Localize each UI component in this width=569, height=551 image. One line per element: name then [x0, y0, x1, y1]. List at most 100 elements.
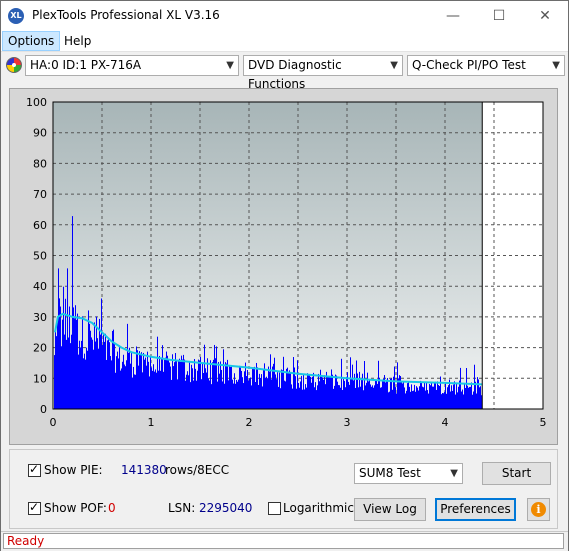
- pie-bar: [388, 392, 389, 409]
- pie-bar: [99, 318, 100, 409]
- pie-bar: [435, 381, 436, 409]
- pie-bar: [413, 390, 414, 409]
- pie-bar: [360, 386, 361, 409]
- pie-bar: [141, 352, 142, 409]
- view-log-button[interactable]: View Log: [354, 498, 426, 521]
- pie-bar: [286, 368, 287, 409]
- pie-bar: [457, 392, 458, 409]
- pie-bar: [121, 368, 122, 409]
- pie-bar: [370, 384, 371, 409]
- pie-bar: [445, 382, 446, 409]
- pie-bar: [300, 381, 301, 409]
- pie-bar: [376, 380, 377, 409]
- drive-select[interactable]: HA:0 ID:1 PX-716A ▼: [25, 55, 239, 76]
- pie-bar: [424, 382, 425, 409]
- pie-bar: [434, 383, 435, 409]
- pie-bar: [172, 354, 173, 409]
- pie-bar: [165, 357, 166, 409]
- pie-bar: [236, 379, 237, 409]
- pie-bar: [265, 377, 266, 409]
- pie-bar: [76, 319, 77, 409]
- pie-bar: [188, 375, 189, 409]
- pi-chart: 1009080706050403020100 012345: [26, 96, 547, 429]
- pie-bar: [107, 340, 108, 409]
- pie-bar: [62, 319, 63, 409]
- menu-bar: Options Help: [1, 31, 568, 52]
- pie-bar: [330, 376, 331, 409]
- info-button[interactable]: i: [527, 498, 550, 521]
- pie-bar: [263, 369, 264, 409]
- sum-test-select[interactable]: SUM8 Test ▼: [354, 463, 463, 484]
- pie-bar: [216, 346, 217, 409]
- chevron-down-icon: ▼: [226, 60, 234, 71]
- x-tick-label: 2: [246, 416, 253, 429]
- pie-bar: [249, 378, 250, 409]
- close-button[interactable]: ✕: [522, 1, 568, 31]
- pie-bar: [355, 387, 356, 409]
- pie-bar: [202, 362, 203, 409]
- pie-bar: [193, 380, 194, 409]
- preferences-button[interactable]: Preferences: [435, 498, 516, 521]
- start-button[interactable]: Start: [482, 462, 551, 485]
- pie-bar: [459, 380, 460, 409]
- pie-bar: [157, 336, 158, 409]
- pie-bar: [82, 316, 83, 409]
- x-tick-label: 1: [148, 416, 155, 429]
- maximize-button[interactable]: ☐: [476, 1, 522, 31]
- pie-bar: [144, 359, 145, 409]
- pie-bar: [167, 355, 168, 409]
- minimize-button[interactable]: —: [430, 1, 476, 31]
- x-tick-label: 5: [540, 416, 547, 429]
- function-select[interactable]: DVD Diagnostic Functions ▼: [243, 55, 403, 91]
- pie-bar: [246, 376, 247, 409]
- pie-bar: [383, 378, 384, 409]
- show-pof-checkbox[interactable]: [28, 500, 41, 515]
- pie-bar: [462, 389, 463, 409]
- pie-bar: [278, 386, 279, 409]
- menu-help[interactable]: Help: [59, 31, 96, 51]
- pie-bar: [340, 387, 341, 409]
- pie-bar: [468, 387, 469, 409]
- show-pie-checkbox[interactable]: [28, 462, 41, 477]
- pie-bar: [135, 374, 136, 409]
- pie-bar: [116, 356, 117, 409]
- pie-bar: [119, 345, 120, 409]
- pie-bar: [108, 339, 109, 409]
- pie-bar: [443, 393, 444, 409]
- pie-bar: [86, 347, 87, 409]
- pie-bar: [317, 385, 318, 409]
- disc-icon: [6, 57, 22, 73]
- status-field: Ready: [3, 533, 564, 549]
- pie-bar: [234, 373, 235, 409]
- pie-bar: [255, 382, 256, 409]
- pie-bar: [137, 350, 138, 409]
- pie-bar: [104, 341, 105, 409]
- pie-bar: [349, 384, 350, 409]
- test-select[interactable]: Q-Check PI/PO Test ▼: [407, 55, 565, 76]
- pie-bar: [56, 336, 57, 409]
- pie-bar: [57, 322, 58, 409]
- pie-bar: [184, 359, 185, 409]
- logarithmic-checkbox[interactable]: [268, 502, 281, 515]
- pie-bar: [131, 352, 132, 409]
- pie-bar: [228, 380, 229, 409]
- pie-bar: [404, 387, 405, 409]
- pie-bar: [139, 351, 140, 409]
- menu-options[interactable]: Options: [2, 31, 61, 51]
- pie-bar: [218, 362, 219, 409]
- title-bar[interactable]: XL PlexTools Professional XL V3.16 — ☐ ✕: [1, 1, 568, 31]
- pie-bar: [250, 377, 251, 409]
- pie-bar: [289, 370, 290, 409]
- pie-bar: [95, 341, 96, 409]
- pie-bar: [448, 385, 449, 409]
- pie-bar: [192, 368, 193, 409]
- pof-value: 0: [108, 501, 116, 515]
- show-pof-label: Show POF:: [44, 501, 107, 515]
- pie-bar: [77, 313, 78, 409]
- pie-bar: [474, 364, 475, 409]
- pie-bar: [133, 366, 134, 409]
- pie-bar: [396, 393, 397, 409]
- pie-bar: [67, 268, 68, 409]
- pie-bar: [97, 338, 98, 409]
- pie-bar: [319, 381, 320, 409]
